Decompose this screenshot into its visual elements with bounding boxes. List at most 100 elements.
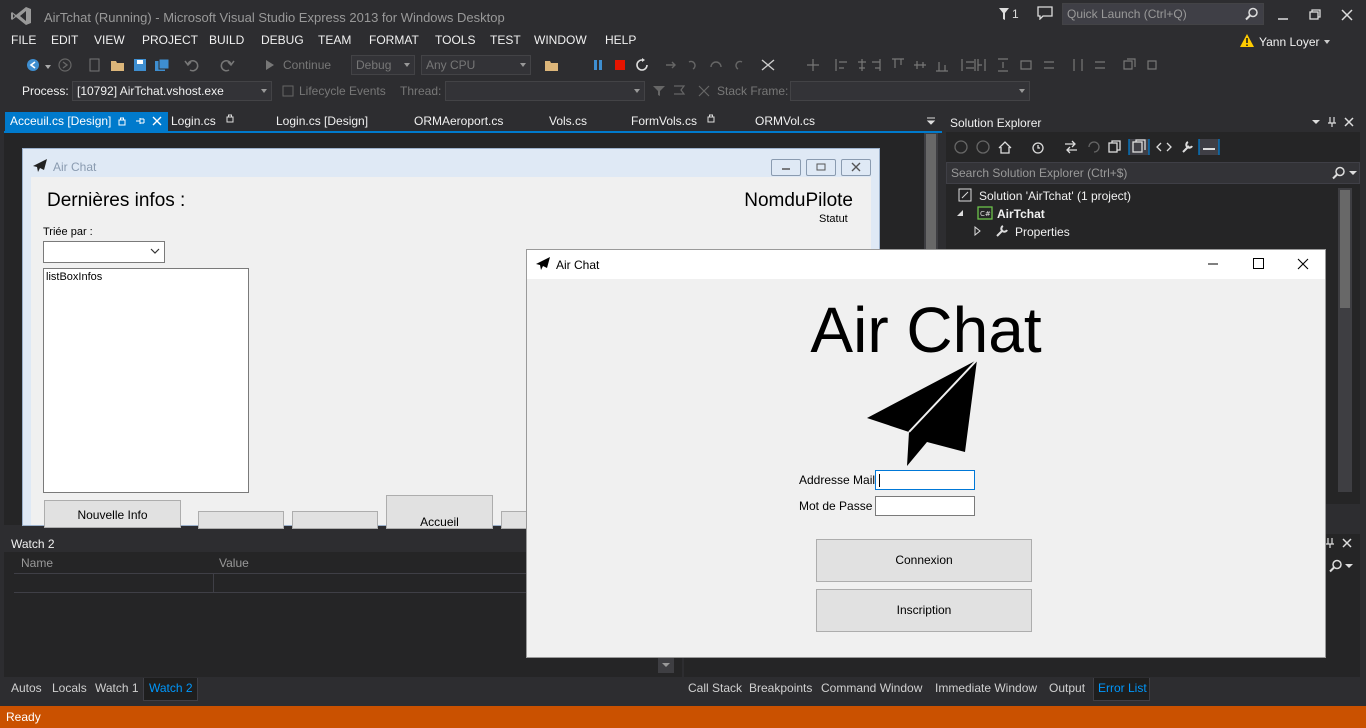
solution-explorer-toolbar-icons[interactable]: [954, 139, 1244, 155]
solution-node-label[interactable]: Solution 'AirTchat' (1 project): [979, 189, 1131, 203]
feedback-icon[interactable]: [1037, 6, 1053, 20]
step-out-icon[interactable]: [731, 58, 745, 72]
spacing-alignment-icons[interactable]: [974, 58, 1174, 72]
login-close-button[interactable]: [1281, 250, 1325, 279]
user-menu-chevron-icon[interactable]: [1324, 40, 1330, 44]
scrollbar-thumb[interactable]: [926, 134, 936, 254]
user-name[interactable]: Yann Loyer: [1259, 35, 1320, 49]
column-header-value[interactable]: Value: [219, 556, 249, 570]
email-field[interactable]: [875, 470, 975, 490]
tab-login-cs[interactable]: Login.cs: [171, 112, 235, 131]
notification-flag-icon[interactable]: [998, 7, 1010, 21]
tab-output[interactable]: Output: [1049, 681, 1085, 695]
pin-icon[interactable]: [1325, 537, 1335, 549]
login-minimize-button[interactable]: [1191, 250, 1235, 279]
continue-label[interactable]: Continue: [283, 58, 331, 72]
lifecycle-events-label[interactable]: Lifecycle Events: [299, 84, 386, 98]
scrollbar-thumb[interactable]: [1340, 190, 1350, 308]
stack-frame-select[interactable]: [790, 81, 1030, 101]
tab-breakpoints[interactable]: Breakpoints: [749, 681, 812, 695]
collapsed-chevron-icon[interactable]: [974, 226, 982, 236]
connect-button[interactable]: Connexion: [816, 539, 1032, 582]
back-navigation-icon[interactable]: [26, 58, 40, 72]
toggle-hexadecimal-icon[interactable]: [760, 58, 776, 72]
tab-acceuil-design[interactable]: Acceuil.cs [Design]: [5, 112, 168, 131]
menu-team[interactable]: TEAM: [318, 33, 351, 47]
password-field[interactable]: [875, 496, 975, 516]
menu-tools[interactable]: TOOLS: [435, 33, 475, 47]
tab-locals[interactable]: Locals: [52, 681, 87, 695]
tab-formvols[interactable]: FormVols.cs: [631, 112, 716, 131]
forward-navigation-icon[interactable]: [58, 58, 72, 72]
menu-debug[interactable]: DEBUG: [261, 33, 304, 47]
show-next-statement-icon[interactable]: [664, 58, 678, 72]
designer-button-2[interactable]: [198, 511, 284, 529]
process-select[interactable]: [10792] AirTchat.vshost.exe: [72, 81, 272, 101]
close-button[interactable]: [1332, 4, 1362, 26]
menu-build[interactable]: BUILD: [209, 33, 244, 47]
redo-icon[interactable]: [219, 58, 235, 72]
flag-threads-icon[interactable]: [672, 84, 686, 98]
login-maximize-button[interactable]: [1236, 250, 1280, 279]
close-icon[interactable]: [1342, 538, 1352, 548]
step-over-icon[interactable]: [709, 58, 723, 72]
tab-autos[interactable]: Autos: [11, 681, 42, 695]
menu-format[interactable]: FORMAT: [369, 33, 419, 47]
menu-view[interactable]: VIEW: [94, 33, 125, 47]
properties-node-label[interactable]: Properties: [1015, 225, 1070, 239]
tab-command-window[interactable]: Command Window: [821, 681, 922, 695]
restore-button[interactable]: [1300, 4, 1330, 26]
back-dropdown-chevron-icon[interactable]: [45, 65, 51, 69]
stack-frame-icon[interactable]: [697, 84, 711, 98]
tab-error-list[interactable]: Error List: [1093, 678, 1150, 701]
tab-immediate-window[interactable]: Immediate Window: [935, 681, 1037, 695]
save-icon[interactable]: [133, 58, 147, 72]
minimize-button[interactable]: [1268, 4, 1298, 26]
new-info-button[interactable]: Nouvelle Info: [44, 500, 181, 528]
column-header-name[interactable]: Name: [21, 556, 53, 570]
tab-watch-2[interactable]: Watch 2: [143, 678, 198, 701]
search-options-chevron-icon[interactable]: [1349, 171, 1357, 177]
sort-combobox[interactable]: [43, 241, 165, 263]
pin-icon[interactable]: [135, 116, 145, 126]
save-all-icon[interactable]: [154, 58, 170, 72]
air-chat-login-window[interactable]: Air Chat Air Chat Addresse Mail Mot de P…: [526, 249, 1326, 658]
close-tab-icon[interactable]: [152, 116, 162, 126]
tab-ormaeroport[interactable]: ORMAeroport.cs: [414, 112, 503, 131]
menu-help[interactable]: HELP: [605, 33, 636, 47]
solution-explorer-search-input[interactable]: Search Solution Explorer (Ctrl+$): [946, 162, 1360, 184]
tab-overflow-icon[interactable]: [925, 115, 937, 127]
break-all-icon[interactable]: [592, 58, 604, 72]
step-into-icon[interactable]: [686, 58, 700, 72]
restart-icon[interactable]: [635, 58, 649, 72]
quick-launch-input[interactable]: Quick Launch (Ctrl+Q): [1062, 3, 1264, 25]
close-icon[interactable]: [1344, 117, 1354, 127]
tab-login-design[interactable]: Login.cs [Design]: [276, 112, 368, 131]
solution-configuration-select[interactable]: Debug: [351, 55, 415, 75]
undo-icon[interactable]: [184, 58, 200, 72]
form-close-button[interactable]: [841, 159, 871, 176]
form-maximize-button[interactable]: [806, 159, 836, 176]
watch-scroll-down-button[interactable]: [658, 657, 674, 673]
home-button[interactable]: Accueil: [386, 495, 493, 529]
project-node-label[interactable]: AirTchat: [997, 207, 1045, 221]
tab-ormvol[interactable]: ORMVol.cs: [755, 112, 815, 131]
panel-menu-chevron-icon[interactable]: [1312, 118, 1320, 126]
form-minimize-button[interactable]: [771, 159, 801, 176]
menu-test[interactable]: TEST: [490, 33, 521, 47]
filter-icon[interactable]: [652, 84, 666, 98]
solution-platform-select[interactable]: Any CPU: [421, 55, 531, 75]
menu-window[interactable]: WINDOW: [534, 33, 587, 47]
thread-select[interactable]: [445, 81, 645, 101]
stop-debugging-icon[interactable]: [614, 59, 626, 71]
register-button[interactable]: Inscription: [816, 589, 1032, 632]
menu-project[interactable]: PROJECT: [142, 33, 198, 47]
open-file-icon[interactable]: [110, 58, 126, 72]
news-listbox[interactable]: listBoxInfos: [43, 268, 249, 493]
menu-edit[interactable]: EDIT: [51, 33, 78, 47]
menu-file[interactable]: FILE: [11, 33, 36, 47]
tab-vols[interactable]: Vols.cs: [549, 112, 587, 131]
lifecycle-events-icon[interactable]: [281, 84, 295, 98]
designer-button-3[interactable]: [292, 511, 378, 529]
search-icon[interactable]: [1329, 559, 1353, 573]
